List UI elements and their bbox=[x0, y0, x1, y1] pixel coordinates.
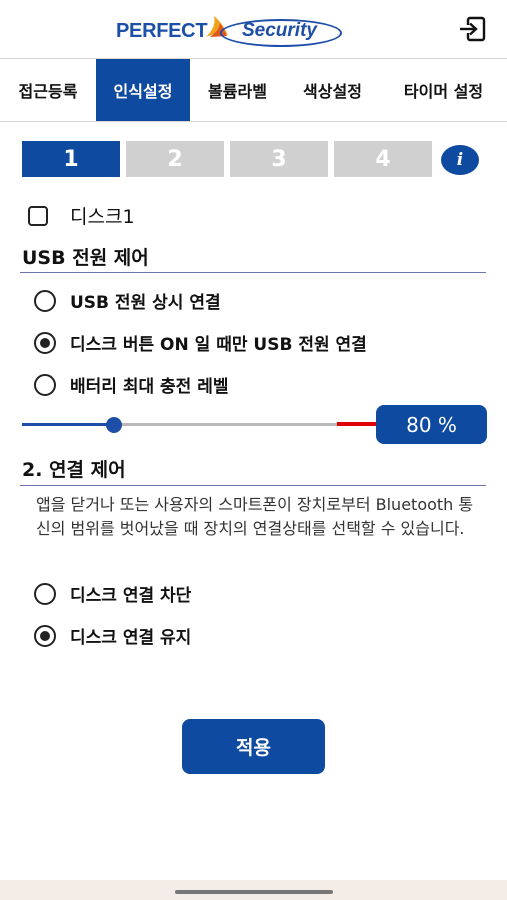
tab-timer-settings[interactable]: 타이머 설정 bbox=[380, 59, 507, 121]
disk-keep-connected-option[interactable]: 디스크 연결 유지 bbox=[34, 623, 191, 648]
disk1-checkbox[interactable] bbox=[28, 205, 48, 226]
tab-recognition-settings[interactable]: 인식설정 bbox=[96, 59, 190, 121]
info-icon: i bbox=[456, 150, 464, 170]
step-1-button[interactable]: 1 bbox=[22, 141, 120, 177]
disk-disconnect-radio[interactable] bbox=[34, 582, 56, 605]
usb-always-on-label: USB 전원 상시 연결 bbox=[70, 293, 221, 313]
usb-section-divider bbox=[20, 272, 486, 273]
connection-section-divider bbox=[20, 485, 486, 486]
step-3-button[interactable]: 3 bbox=[230, 141, 328, 177]
slider-track-max-zone bbox=[337, 422, 377, 426]
battery-max-charge-radio[interactable] bbox=[34, 373, 56, 396]
usb-always-on-radio[interactable] bbox=[34, 289, 56, 312]
disk-disconnect-label: 디스크 연결 차단 bbox=[70, 586, 192, 606]
battery-level-slider[interactable] bbox=[22, 415, 377, 433]
step-2-button[interactable]: 2 bbox=[126, 141, 224, 177]
usb-always-on-option[interactable]: USB 전원 상시 연결 bbox=[34, 288, 221, 313]
battery-max-charge-label: 배터리 최대 충전 레벨 bbox=[70, 377, 229, 397]
usb-power-section-title: USB 전원 제어 bbox=[22, 247, 149, 269]
logo-text-security: Security bbox=[242, 20, 317, 41]
slider-track-rest bbox=[114, 423, 337, 426]
slider-track-filled bbox=[22, 423, 114, 426]
tab-volume-label[interactable]: 볼륨라벨 bbox=[190, 59, 285, 121]
usb-button-on-label: 디스크 버튼 ON 일 때만 USB 전원 연결 bbox=[70, 335, 367, 355]
disk-disconnect-option[interactable]: 디스크 연결 차단 bbox=[34, 581, 191, 606]
logo-text-perfect: PERFECT bbox=[116, 20, 208, 42]
logout-button[interactable] bbox=[456, 14, 488, 44]
step-4-button[interactable]: 4 bbox=[334, 141, 432, 177]
battery-max-charge-option[interactable]: 배터리 최대 충전 레벨 bbox=[34, 372, 229, 397]
settings-tab-bar: 접근등록 인식설정 볼륨라벨 색상설정 타이머 설정 bbox=[0, 58, 507, 122]
tab-color-settings[interactable]: 색상설정 bbox=[285, 59, 380, 121]
info-button[interactable]: i bbox=[441, 145, 479, 175]
disk-keep-connected-radio[interactable] bbox=[34, 624, 56, 647]
logout-icon bbox=[460, 16, 486, 42]
usb-button-on-radio[interactable] bbox=[34, 331, 56, 354]
slider-thumb[interactable] bbox=[106, 417, 122, 433]
app-header: PERFECT Security bbox=[0, 0, 507, 58]
apply-button[interactable]: 적용 bbox=[182, 719, 325, 774]
tab-access-registration[interactable]: 접근등록 bbox=[0, 59, 96, 121]
disk1-checkbox-label: 디스크1 bbox=[70, 206, 135, 228]
brand-logo: PERFECT Security bbox=[116, 10, 356, 48]
disk1-checkbox-row[interactable]: 디스크1 bbox=[28, 202, 135, 229]
connection-control-section-title: 2. 연결 제어 bbox=[22, 459, 126, 481]
home-indicator[interactable] bbox=[175, 890, 333, 894]
battery-level-value: 80 % bbox=[376, 405, 487, 444]
connection-description: 앱을 닫거나 또는 사용자의 스마트폰이 장치로부터 Bluetooth 통신의… bbox=[36, 495, 474, 538]
disk-keep-connected-label: 디스크 연결 유지 bbox=[70, 628, 192, 648]
usb-button-on-option[interactable]: 디스크 버튼 ON 일 때만 USB 전원 연결 bbox=[34, 330, 367, 355]
disk-step-selector: 1 2 3 4 bbox=[22, 141, 432, 177]
